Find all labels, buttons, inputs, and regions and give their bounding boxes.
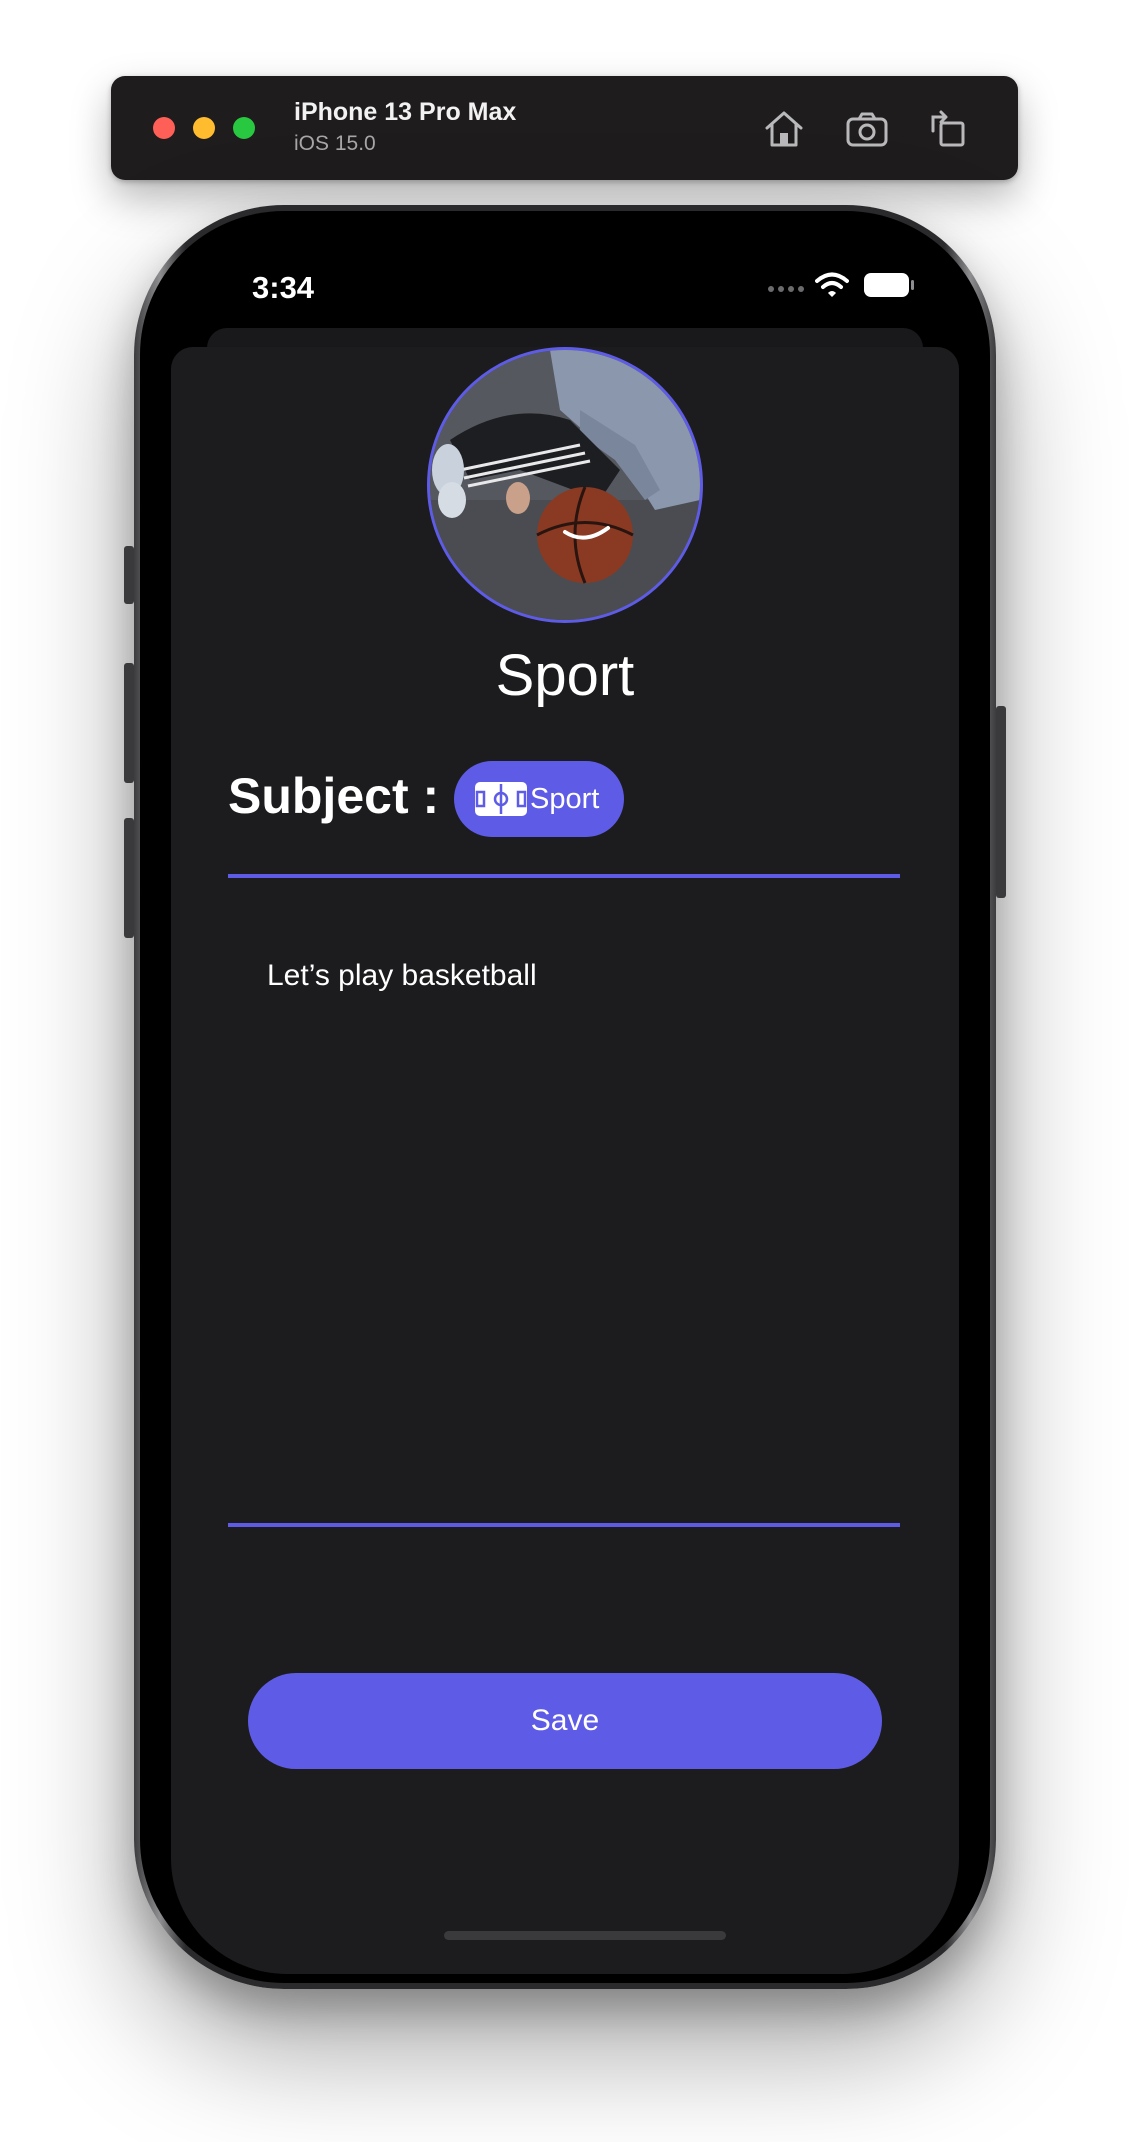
mute-switch — [124, 546, 134, 604]
phone-screen: 3:34 Sport Subject: Sport Let’s play ba… — [149, 220, 981, 1974]
battery-icon — [864, 273, 914, 297]
save-button[interactable]: Save — [248, 1673, 882, 1769]
status-time: 3:34 — [252, 270, 315, 305]
device-name: iPhone 13 Pro Max — [294, 98, 517, 126]
bottom-divider — [228, 1523, 900, 1527]
sports-court-icon — [475, 782, 527, 816]
os-version: iOS 15.0 — [294, 132, 376, 155]
note-sheet: Sport Subject : Sport Let’s play basketb… — [171, 347, 959, 1974]
note-text-editor[interactable]: Let’s play basketball — [267, 959, 867, 993]
minimize-window-button[interactable] — [193, 117, 215, 139]
simulator-title-bar: iPhone 13 Pro Max iOS 15.0 — [111, 76, 1018, 180]
rotate-icon — [931, 110, 965, 147]
volume-down-button — [124, 818, 134, 938]
volume-up-button — [124, 663, 134, 783]
subject-image[interactable] — [427, 347, 703, 623]
subject-title: Sport — [495, 643, 635, 708]
power-button — [996, 706, 1006, 898]
close-window-button[interactable] — [153, 117, 175, 139]
stage: iPhone 13 Pro Max iOS 15.0 3:34 Sport Su… — [0, 0, 1130, 2142]
subject-chip[interactable]: Sport — [454, 761, 624, 837]
status-icons — [767, 272, 915, 298]
rotate-button[interactable] — [924, 106, 970, 152]
top-divider — [228, 874, 900, 878]
subject-label: Subject : — [228, 768, 440, 824]
camera-icon — [846, 112, 888, 147]
basketball-photo — [430, 350, 700, 620]
screenshot-button[interactable] — [844, 106, 890, 152]
home-indicator[interactable] — [444, 1931, 726, 1940]
home-button[interactable] — [761, 106, 807, 152]
wifi-icon — [815, 272, 849, 297]
home-icon — [765, 111, 803, 147]
subject-chip-label: Sport — [530, 782, 600, 815]
zoom-window-button[interactable] — [233, 117, 255, 139]
signal-dots-icon — [768, 286, 804, 292]
